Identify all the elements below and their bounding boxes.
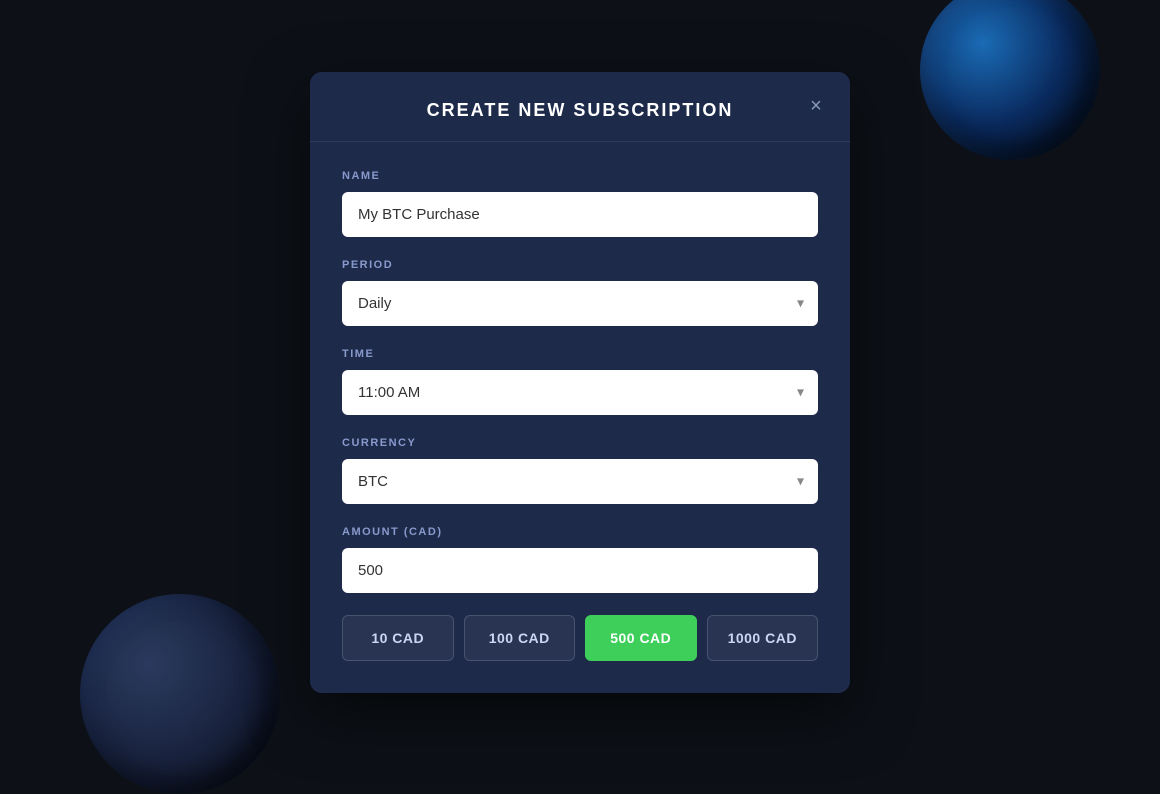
time-select-wrapper: 11:00 AM 12:00 PM 1:00 PM ▾ xyxy=(342,370,818,415)
amount-preset-500[interactable]: 500 CAD xyxy=(585,615,697,661)
amount-label: AMOUNT (CAD) xyxy=(342,526,818,538)
name-input[interactable] xyxy=(342,192,818,237)
amount-preset-1000[interactable]: 1000 CAD xyxy=(707,615,819,661)
currency-label: CURRENCY xyxy=(342,437,818,449)
amount-preset-buttons: 10 CAD 100 CAD 500 CAD 1000 CAD xyxy=(342,615,818,661)
close-button[interactable]: × xyxy=(802,92,830,120)
currency-field-group: CURRENCY BTC ETH LTC ▾ xyxy=(342,437,818,504)
period-label: PERIOD xyxy=(342,259,818,271)
period-select-wrapper: Daily Weekly Monthly ▾ xyxy=(342,281,818,326)
create-subscription-modal: CREATE NEW SUBSCRIPTION × NAME PERIOD Da… xyxy=(310,72,850,693)
modal-title: CREATE NEW SUBSCRIPTION xyxy=(427,100,734,121)
modal-overlay: CREATE NEW SUBSCRIPTION × NAME PERIOD Da… xyxy=(0,0,1160,764)
time-select[interactable]: 11:00 AM 12:00 PM 1:00 PM xyxy=(342,370,818,415)
amount-field-group: AMOUNT (CAD) xyxy=(342,526,818,593)
amount-input[interactable] xyxy=(342,548,818,593)
period-field-group: PERIOD Daily Weekly Monthly ▾ xyxy=(342,259,818,326)
currency-select[interactable]: BTC ETH LTC xyxy=(342,459,818,504)
modal-body: NAME PERIOD Daily Weekly Monthly ▾ TIME xyxy=(310,142,850,693)
name-label: NAME xyxy=(342,170,818,182)
amount-preset-100[interactable]: 100 CAD xyxy=(464,615,576,661)
period-select[interactable]: Daily Weekly Monthly xyxy=(342,281,818,326)
amount-preset-10[interactable]: 10 CAD xyxy=(342,615,454,661)
time-label: TIME xyxy=(342,348,818,360)
currency-select-wrapper: BTC ETH LTC ▾ xyxy=(342,459,818,504)
name-field-group: NAME xyxy=(342,170,818,237)
time-field-group: TIME 11:00 AM 12:00 PM 1:00 PM ▾ xyxy=(342,348,818,415)
modal-header: CREATE NEW SUBSCRIPTION × xyxy=(310,72,850,142)
